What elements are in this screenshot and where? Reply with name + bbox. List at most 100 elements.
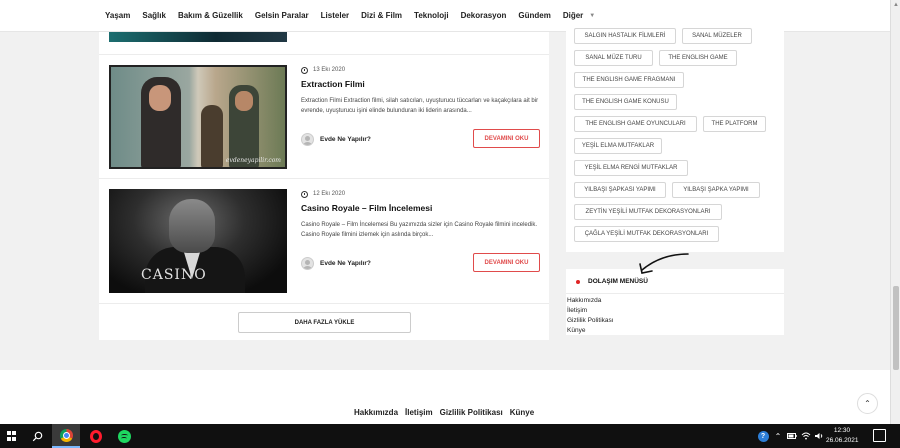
nav-item-teknoloji[interactable]: Teknoloji xyxy=(414,11,449,20)
post-thumbnail[interactable]: CASINO xyxy=(109,189,287,293)
thumbnail-figure xyxy=(201,105,223,167)
post-excerpt: Casino Royale – Film İncelemesi Bu yazım… xyxy=(301,222,538,238)
opera-icon xyxy=(90,429,102,443)
chevron-up-icon: ⌃ xyxy=(774,431,782,441)
post-date: 13 Ekı 2020 xyxy=(301,65,541,75)
start-button[interactable] xyxy=(0,424,24,448)
thumbnail-figure-face xyxy=(235,91,253,111)
notification-center-icon[interactable] xyxy=(873,429,886,442)
tag-item[interactable]: THE ENGLISH GAME KONUSU xyxy=(574,94,677,110)
footer-link-hakkimizda[interactable]: Hakkımızda xyxy=(354,408,398,417)
post-title[interactable]: Extraction Filmi xyxy=(301,79,541,89)
post-card: CASINO 12 Ekı 2020 Casino Royale – Film … xyxy=(109,189,541,303)
nav-item-gelsin-paralar[interactable]: Gelsin Paralar xyxy=(255,11,309,20)
read-more-button[interactable]: DEVAMINI OKU xyxy=(473,129,540,148)
nav-item-diger-label: Diğer xyxy=(562,11,584,20)
post-excerpt: Extraction Filmi Extraction filmi, silah… xyxy=(301,98,539,114)
chevron-up-icon: ⌃ xyxy=(864,399,871,408)
thumbnail-figure xyxy=(141,77,181,167)
search-button[interactable] xyxy=(28,424,46,448)
clock-time: 12:30 xyxy=(833,427,851,434)
post-date: 12 Ekı 2020 xyxy=(301,189,541,199)
post-body: 13 Ekı 2020 Extraction Filmi Extraction … xyxy=(301,65,541,148)
tag-item[interactable]: THE ENGLISH GAME xyxy=(659,50,737,66)
menu-link-gizlilik[interactable]: Gizlilik Politikası xyxy=(567,317,614,324)
battery-icon xyxy=(787,433,797,439)
tray-help[interactable]: ? xyxy=(756,424,770,448)
dot-icon xyxy=(576,279,580,284)
menu-link-hakkimizda[interactable]: Hakkımızda xyxy=(567,297,601,304)
taskbar-chrome[interactable] xyxy=(52,424,80,448)
tag-cloud: SALGIN HASTALIK FİLMLERİ SANAL MÜZELER S… xyxy=(566,22,784,252)
scrollbar-thumb[interactable] xyxy=(893,286,899,370)
chevron-down-icon: ▼ xyxy=(589,12,596,19)
divider xyxy=(99,303,549,304)
windows-logo-icon xyxy=(7,431,17,441)
back-to-top-button[interactable]: ⌃ xyxy=(857,393,878,414)
post-title[interactable]: Casino Royale – Film İncelemesi xyxy=(301,203,541,213)
tag-item[interactable]: YEŞİL ELMA RENGİ MUTFAKLAR xyxy=(574,160,688,176)
tag-item[interactable]: YILBAŞI ŞAPKASI YAPIMI xyxy=(574,182,666,198)
author-name: Evde Ne Yapılır? xyxy=(320,260,371,267)
tag-item[interactable]: THE ENGLISH GAME FRAGMANI xyxy=(574,72,684,88)
tray-volume[interactable] xyxy=(813,424,825,448)
nav-item-bakim-guzellik[interactable]: Bakım & Güzellik xyxy=(178,11,243,20)
volume-icon xyxy=(815,433,823,439)
load-more-button[interactable]: DAHA FAZLA YÜKLE xyxy=(238,312,411,333)
taskbar-spotify[interactable] xyxy=(110,424,138,448)
nav-item-saglik[interactable]: Sağlık xyxy=(142,11,166,20)
clock-icon xyxy=(301,66,308,74)
divider xyxy=(99,54,549,55)
footer-link-gizlilik[interactable]: Gizlilik Politikası xyxy=(440,408,503,417)
post-footer: Evde Ne Yapılır? DEVAMINI OKU xyxy=(301,253,541,273)
divider xyxy=(99,178,549,179)
post-author[interactable]: Evde Ne Yapılır? xyxy=(301,257,371,270)
post-date-text: 12 Ekı 2020 xyxy=(313,191,346,197)
tag-item[interactable]: THE ENGLISH GAME OYUNCULARI xyxy=(574,116,697,132)
menu-link-kunye[interactable]: Künye xyxy=(567,327,585,334)
author-name: Evde Ne Yapılır? xyxy=(320,136,371,143)
post-thumbnail[interactable]: evdeneyapilir.com xyxy=(109,65,287,169)
post-list: evdeneyapilir.com 13 Ekı 2020 Extraction… xyxy=(99,32,549,340)
nav-item-dekorasyon[interactable]: Dekorasyon xyxy=(461,11,507,20)
nav-item-diger[interactable]: Diğer ▼ xyxy=(563,11,595,20)
previous-post-thumbnail[interactable] xyxy=(109,32,287,42)
clock-icon xyxy=(301,190,308,198)
footer-link-iletisim[interactable]: İletişim xyxy=(405,408,433,417)
spotify-icon xyxy=(117,429,131,443)
read-more-button[interactable]: DEVAMINI OKU xyxy=(473,253,540,272)
nav-item-gundem[interactable]: Gündem xyxy=(518,11,550,20)
footer-link-kunye[interactable]: Künye xyxy=(510,408,534,417)
thumbnail-figure-face xyxy=(149,85,171,111)
chrome-icon xyxy=(59,428,73,442)
nav-item-dizi-film[interactable]: Dizi & Film xyxy=(361,11,402,20)
thumbnail-logo: CASINO xyxy=(141,267,207,283)
clock-date: 26.06.2021 xyxy=(826,437,859,444)
nav-item-yasam[interactable]: Yaşam xyxy=(105,11,130,20)
tray-battery[interactable] xyxy=(786,424,798,448)
help-icon: ? xyxy=(757,430,769,442)
post-body: 12 Ekı 2020 Casino Royale – Film İncelem… xyxy=(301,189,541,272)
tag-item[interactable]: YEŞİL ELMA MUTFAKLAR xyxy=(574,138,662,154)
post-author[interactable]: Evde Ne Yapılır? xyxy=(301,133,371,146)
tag-item[interactable]: SANAL MÜZE TURU xyxy=(574,50,653,66)
taskbar-clock[interactable]: 12:30 26.06.2021 xyxy=(826,426,859,446)
tray-network[interactable] xyxy=(800,424,812,448)
annotation-arrow-icon xyxy=(639,253,689,274)
tag-item[interactable]: SANAL MÜZELER xyxy=(682,28,752,44)
tray-overflow-button[interactable]: ⌃ xyxy=(772,424,784,448)
tag-item[interactable]: THE PLATFORM xyxy=(703,116,766,132)
windows-taskbar: ? ⌃ 12:30 26.06.2021 xyxy=(0,424,900,448)
page-scrollbar[interactable]: ▲ xyxy=(890,0,900,424)
taskbar-opera[interactable] xyxy=(82,424,110,448)
thumbnail-watermark: evdeneyapilir.com xyxy=(225,157,281,164)
tag-item[interactable]: YILBAŞI ŞAPKA YAPIMI xyxy=(672,182,760,198)
scroll-up-arrow-icon[interactable]: ▲ xyxy=(893,2,899,8)
tag-item[interactable]: SALGIN HASTALIK FİLMLERİ xyxy=(574,28,676,44)
post-card: evdeneyapilir.com 13 Ekı 2020 Extraction… xyxy=(109,65,541,179)
tag-item[interactable]: ÇAĞLA YEŞİLİ MUTFAK DEKORASYONLARI xyxy=(574,226,719,242)
tag-item[interactable]: ZEYTİN YEŞİLİ MUTFAK DEKORASYONLARI xyxy=(574,204,722,220)
nav-item-listeler[interactable]: Listeler xyxy=(321,11,349,20)
site-footer: Hakkımızda İletişim Gizlilik Politikası … xyxy=(0,370,890,424)
menu-link-iletisim[interactable]: İletişim xyxy=(567,307,587,314)
